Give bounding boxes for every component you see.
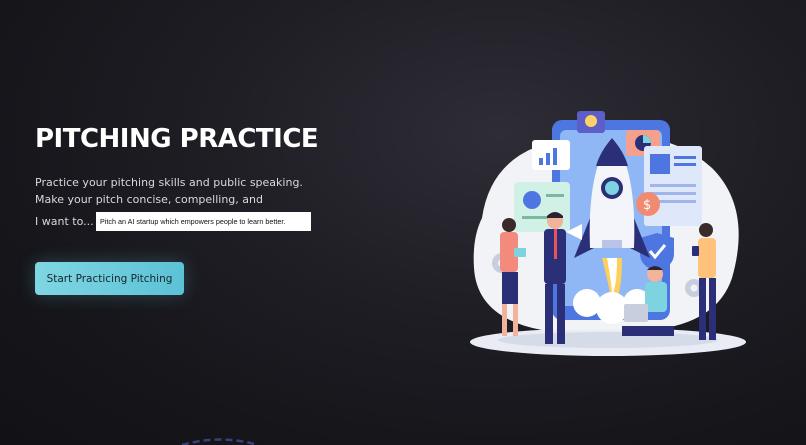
description-line-1: Practice your pitching skills and public…: [35, 176, 303, 189]
hero-section: PITCHING PRACTICE Practice your pitching…: [35, 122, 335, 295]
pitch-goal-label: I want to...: [35, 215, 94, 228]
pitch-goal-row: I want to...: [35, 212, 335, 231]
svg-text:$: $: [643, 198, 651, 213]
pitch-goal-input[interactable]: [96, 212, 311, 231]
scroll-indicator-arc: [181, 438, 259, 445]
startup-rocket-team-illustration: $: [470, 111, 746, 356]
page-title: PITCHING PRACTICE: [35, 124, 319, 154]
hero-description: Practice your pitching skills and public…: [35, 174, 335, 208]
start-practicing-button[interactable]: Start Practicing Pitching: [35, 262, 184, 295]
description-line-2: Make your pitch concise, compelling, and: [35, 193, 263, 206]
